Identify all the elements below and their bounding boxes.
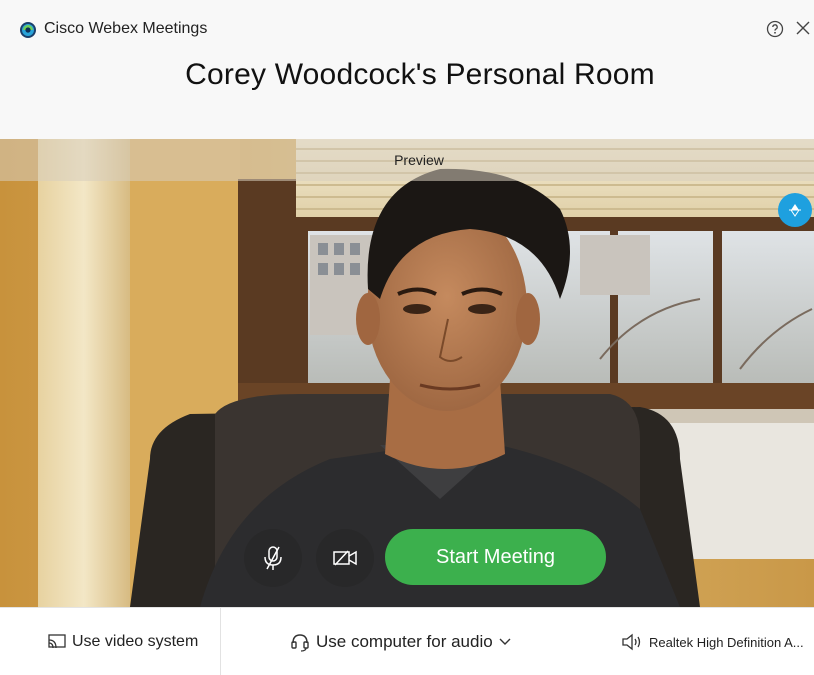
webex-logo-icon bbox=[20, 22, 36, 38]
preview-label: Preview bbox=[394, 152, 444, 168]
mute-button[interactable] bbox=[244, 529, 302, 587]
layout-toggle-icon bbox=[789, 204, 801, 217]
cast-icon bbox=[48, 634, 66, 649]
app-title: Cisco Webex Meetings bbox=[44, 20, 208, 37]
room-title: Corey Woodcock's Personal Room bbox=[185, 58, 655, 91]
footer-divider bbox=[220, 608, 221, 675]
speaker-icon bbox=[622, 633, 641, 651]
audio-connection-label: Use computer for audio bbox=[316, 632, 493, 651]
audio-connection-dropdown[interactable]: Use computer for audio bbox=[290, 608, 517, 675]
use-video-system-label: Use video system bbox=[72, 633, 199, 650]
video-toggle-button[interactable] bbox=[316, 529, 374, 587]
use-video-system-button[interactable]: Use video system bbox=[48, 608, 198, 675]
headset-icon bbox=[291, 634, 309, 652]
layout-toggle-button[interactable] bbox=[778, 193, 812, 227]
start-meeting-button[interactable]: Start Meeting bbox=[385, 529, 606, 585]
bottom-bar: Use video system Use computer for audio … bbox=[0, 607, 814, 675]
chevron-down-icon bbox=[499, 638, 511, 645]
speaker-device-label: Realtek High Definition A... bbox=[649, 634, 804, 650]
title-bar: Cisco Webex Meetings Corey Woodcock's Pe… bbox=[0, 0, 814, 139]
speaker-selector[interactable]: Realtek High Definition A... bbox=[621, 608, 804, 675]
close-icon[interactable] bbox=[795, 20, 811, 36]
help-icon[interactable] bbox=[766, 20, 784, 38]
video-off-icon bbox=[333, 550, 357, 566]
video-preview: Preview Start Meeting bbox=[0, 139, 814, 607]
microphone-muted-icon bbox=[264, 546, 282, 570]
